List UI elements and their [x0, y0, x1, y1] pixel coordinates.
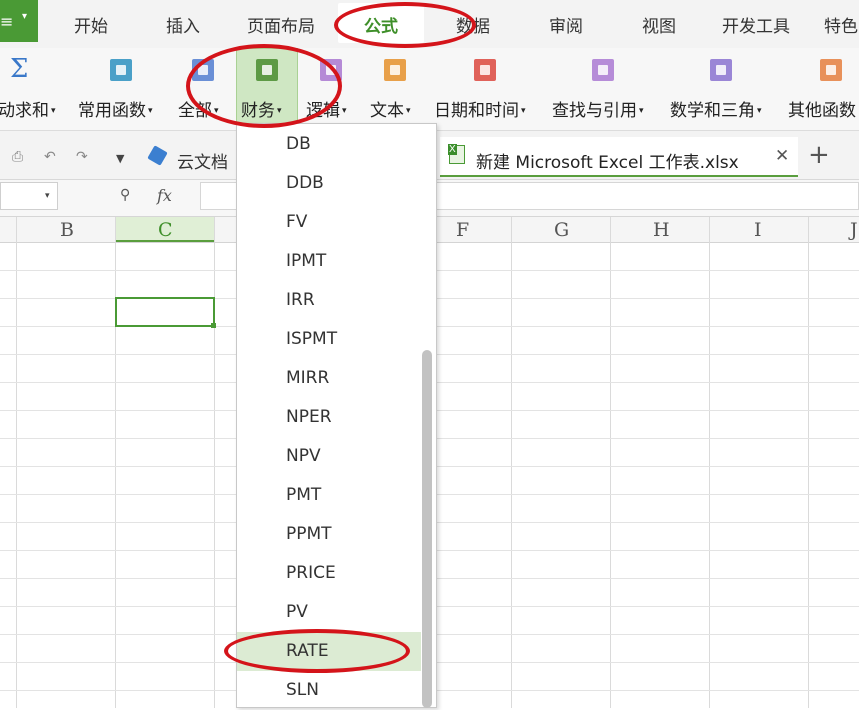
finance-book-icon — [256, 59, 278, 81]
column-header-c[interactable]: C — [158, 219, 173, 241]
more-book-icon — [820, 59, 842, 81]
menu-item-db[interactable]: DB — [237, 125, 421, 164]
undo-icon[interactable]: ↶ — [44, 149, 56, 165]
star-book-icon — [110, 59, 132, 81]
tab-insert[interactable]: 插入 — [166, 12, 200, 37]
common-functions-button[interactable]: 常用函数 ▾ — [78, 96, 153, 121]
tab-special[interactable]: 特色 — [824, 12, 858, 37]
menu-item-ppmt[interactable]: PPMT — [237, 515, 421, 554]
document-title[interactable]: 新建 Microsoft Excel 工作表.xlsx — [476, 148, 739, 173]
chevron-down-icon: ▾ — [51, 106, 56, 116]
column-header-f[interactable]: F — [456, 219, 469, 241]
menu-scrollbar[interactable] — [422, 350, 432, 708]
chevron-down-icon: ▾ — [342, 106, 347, 116]
logic-book-icon — [320, 59, 342, 81]
chevron-down-icon[interactable]: ▼ — [116, 152, 124, 165]
excel-file-icon — [448, 144, 465, 164]
menu-item-nper[interactable]: NPER — [237, 398, 421, 437]
close-icon[interactable]: ✕ — [775, 146, 789, 166]
print-preview-icon[interactable]: ⎙ — [12, 149, 23, 165]
chevron-down-icon: ▾ — [757, 106, 762, 116]
column-header-g[interactable]: G — [554, 219, 569, 241]
redo-icon[interactable]: ↷ — [76, 149, 88, 165]
menu-item-ddb[interactable]: DDB — [237, 164, 421, 203]
autosum-button[interactable]: 动求和 ▾ — [0, 96, 56, 121]
tab-view[interactable]: 视图 — [642, 12, 676, 37]
text-book-icon — [384, 59, 406, 81]
chevron-down-icon: ▾ — [521, 106, 526, 116]
tab-review[interactable]: 审阅 — [549, 12, 583, 37]
search-book-icon — [592, 59, 614, 81]
zoom-icon[interactable]: ⚲ — [120, 187, 130, 203]
app-menu-button[interactable]: ≡ ▾ — [0, 0, 38, 42]
menu-item-pmt[interactable]: PMT — [237, 476, 421, 515]
tab-data[interactable]: 数据 — [456, 12, 490, 37]
chevron-down-icon: ▾ — [277, 106, 282, 116]
theta-book-icon — [710, 59, 732, 81]
menu-item-price[interactable]: PRICE — [237, 554, 421, 593]
clock-book-icon — [474, 59, 496, 81]
finance-button[interactable]: 财务 ▾ — [241, 96, 282, 121]
sigma-icon: Σ — [10, 54, 29, 84]
chevron-down-icon: ▾ — [639, 106, 644, 116]
menu-item-fv[interactable]: FV — [237, 203, 421, 242]
tab-formulas[interactable]: 公式 — [364, 12, 398, 37]
lookup-reference-button[interactable]: 查找与引用 ▾ — [552, 96, 644, 121]
all-functions-button[interactable]: 全部 ▾ — [178, 96, 219, 121]
list-book-icon — [192, 59, 214, 81]
menu-item-pv[interactable]: PV — [237, 593, 421, 632]
cloud-docs-label[interactable]: 云文档 — [177, 148, 228, 173]
chevron-down-icon: ▾ — [214, 106, 219, 116]
math-trig-button[interactable]: 数学和三角 ▾ — [670, 96, 762, 121]
chevron-down-icon[interactable]: ▾ — [45, 191, 50, 201]
tab-page-layout[interactable]: 页面布局 — [247, 12, 315, 37]
fill-handle[interactable] — [211, 323, 216, 328]
insert-function-icon[interactable]: fx — [157, 186, 172, 205]
menu-item-rate[interactable]: RATE — [237, 632, 421, 671]
column-header-b[interactable]: B — [60, 219, 74, 241]
text-button[interactable]: 文本 ▾ — [370, 96, 411, 121]
column-header-h[interactable]: H — [653, 219, 670, 241]
column-header-i[interactable]: I — [754, 219, 762, 241]
app-menu-icon: ≡ — [0, 12, 14, 31]
menu-item-ispmt[interactable]: ISPMT — [237, 320, 421, 359]
logic-button[interactable]: 逻辑 ▾ — [306, 96, 347, 121]
tab-home[interactable]: 开始 — [74, 12, 108, 37]
chevron-down-icon: ▾ — [406, 106, 411, 116]
menu-item-mirr[interactable]: MIRR — [237, 359, 421, 398]
chevron-down-icon: ▾ — [22, 11, 28, 22]
active-cell[interactable] — [115, 297, 215, 327]
new-tab-icon[interactable]: + — [808, 140, 830, 170]
tab-developer[interactable]: 开发工具 — [722, 12, 790, 37]
menu-item-sln[interactable]: SLN — [237, 671, 421, 710]
other-functions-button[interactable]: 其他函数 — [788, 96, 856, 121]
menu-item-ipmt[interactable]: IPMT — [237, 242, 421, 281]
menu-item-irr[interactable]: IRR — [237, 281, 421, 320]
chevron-down-icon: ▾ — [148, 106, 153, 116]
menu-item-npv[interactable]: NPV — [237, 437, 421, 476]
column-header-j[interactable]: J — [850, 219, 858, 241]
date-time-button[interactable]: 日期和时间 ▾ — [434, 96, 526, 121]
